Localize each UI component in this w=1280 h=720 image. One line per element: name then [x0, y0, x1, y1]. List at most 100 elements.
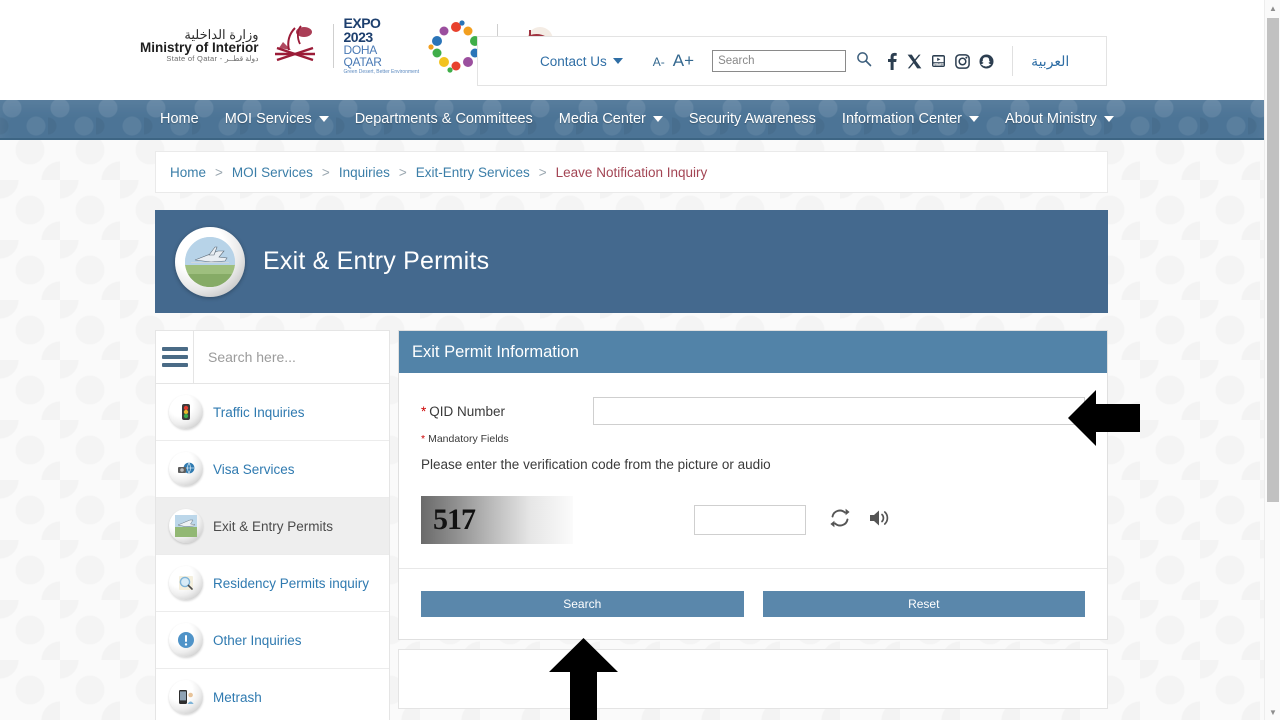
site-header: وزارة الداخلية Ministry of Interior Stat…: [0, 0, 1264, 100]
chevron-down-icon: [318, 116, 329, 122]
nav-item-moi-services[interactable]: MOI Services: [225, 111, 329, 127]
header-search-input[interactable]: [712, 50, 847, 72]
sidebar-item-label: Residency Permits inquiry: [213, 575, 370, 591]
sidebar-item-label: Other Inquiries: [213, 632, 302, 648]
airplane-icon: [169, 509, 203, 543]
instagram-icon[interactable]: [955, 53, 970, 69]
sidebar-item-exit-entry-permits[interactable]: Exit & Entry Permits: [156, 498, 389, 555]
captcha-code-text: 517: [433, 503, 476, 536]
sidebar-search-row: [156, 331, 389, 384]
services-sidebar: Traffic Inquiries Visa Services: [155, 330, 390, 720]
browser-viewport: وزارة الداخلية Ministry of Interior Stat…: [0, 0, 1280, 720]
exit-permit-form: Exit Permit Information * QID Number * Man…: [398, 330, 1108, 640]
nav-item-media-center[interactable]: Media Center: [559, 111, 663, 127]
annotation-arrow-up: [549, 638, 618, 720]
nav-item-security-awareness[interactable]: Security Awareness: [689, 111, 816, 127]
page-title: Exit & Entry Permits: [263, 247, 490, 275]
scroll-up-arrow-icon[interactable]: ▲: [1265, 0, 1280, 16]
expo-2023-logo[interactable]: EXPO 2023 DOHA QATAR Green Desert, Bette…: [344, 16, 488, 75]
nav-item-information-center[interactable]: Information Center: [842, 111, 980, 127]
nav-label: Media Center: [558, 111, 646, 127]
breadcrumb-item-moi-services[interactable]: MOI Services: [232, 165, 313, 180]
nav-label: Home: [160, 111, 199, 127]
contact-us-dropdown[interactable]: Contact Us: [540, 54, 623, 69]
expo-tagline: Green Desert, Better Environment: [343, 69, 420, 75]
lower-content-panel: [398, 649, 1108, 709]
x-twitter-icon[interactable]: [907, 54, 922, 69]
breadcrumb-item-inquiries[interactable]: Inquiries: [339, 165, 390, 180]
expo-logo-text: EXPO 2023 DOHA QATAR Green Desert, Bette…: [344, 16, 420, 75]
ministry-of-interior-logo[interactable]: وزارة الداخلية Ministry of Interior Stat…: [140, 20, 323, 72]
sidebar-item-other-inquiries[interactable]: Other Inquiries: [156, 612, 389, 669]
exclamation-icon: [169, 623, 203, 657]
nav-item-home[interactable]: Home: [160, 111, 199, 127]
nav-label: Departments & Committees: [354, 111, 533, 127]
required-marker: *: [421, 403, 427, 419]
chevron-down-icon: [969, 116, 980, 122]
breadcrumb-current-page: Leave Notification Inquiry: [555, 164, 708, 180]
main-panel: Exit Permit Information * QID Number * Man…: [398, 330, 1108, 720]
nav-label: About Ministry: [1005, 111, 1097, 127]
traffic-light-icon: [169, 395, 203, 429]
captcha-image: 517: [421, 496, 573, 544]
facebook-icon[interactable]: [886, 52, 898, 70]
mobile-phone-icon: [169, 680, 203, 714]
arabic-language-link[interactable]: العربية: [1031, 53, 1069, 70]
sidebar-item-label: Metrash: [213, 689, 262, 705]
chevron-down-icon: [612, 58, 623, 64]
captcha-input[interactable]: [694, 505, 806, 535]
nav-label: Security Awareness: [688, 111, 816, 127]
mandatory-note-text: Mandatory Fields: [428, 433, 509, 445]
scroll-down-arrow-icon[interactable]: ▼: [1265, 704, 1280, 720]
sidebar-item-label: Exit & Entry Permits: [213, 518, 334, 534]
annotation-arrow-left: [1068, 390, 1140, 446]
refresh-icon[interactable]: [828, 506, 852, 535]
font-size-controls: A- A+: [653, 51, 694, 71]
sidebar-item-traffic-inquiries[interactable]: Traffic Inquiries: [156, 384, 389, 441]
youtube-icon[interactable]: You Tube: [931, 53, 946, 69]
page-banner: Exit & Entry Permits: [155, 210, 1108, 313]
form-header: Exit Permit Information: [399, 331, 1107, 373]
search-icon[interactable]: [856, 51, 872, 72]
reset-button[interactable]: Reset: [762, 591, 1085, 617]
qid-field-row: * QID Number: [421, 397, 1085, 425]
search-button[interactable]: Search: [421, 591, 744, 617]
nav-item-about-ministry[interactable]: About Ministry: [1005, 111, 1114, 127]
header-divider-3: [1012, 46, 1014, 76]
sidebar-item-metrash[interactable]: Metrash: [156, 669, 389, 720]
breadcrumb-separator: >: [215, 164, 223, 180]
chevron-down-icon: [652, 116, 663, 122]
ministry-name-arabic: وزارة الداخلية: [184, 26, 259, 42]
qatar-emblem-icon: [267, 20, 323, 72]
speaker-icon[interactable]: [868, 507, 892, 534]
breadcrumb-item-home[interactable]: Home: [170, 165, 206, 180]
qid-number-input[interactable]: [593, 397, 1085, 425]
sidebar-item-residency-permits-inquiry[interactable]: Residency Permits inquiry: [156, 555, 389, 612]
scrollbar-thumb[interactable]: [1267, 18, 1279, 502]
main-navigation: Home MOI Services Departments & Committe…: [0, 100, 1264, 140]
qid-label: * QID Number: [421, 404, 593, 419]
ministry-state-label: State of Qatar - دولة قطــر: [166, 54, 259, 64]
page-content: وزارة الداخلية Ministry of Interior Stat…: [0, 0, 1264, 720]
page-scrollbar[interactable]: ▲ ▼: [1264, 0, 1280, 720]
expo-line-2: 2023: [343, 29, 374, 45]
form-buttons: Search Reset: [399, 569, 1107, 639]
sidebar-item-label: Traffic Inquiries: [213, 404, 305, 420]
header-divider-1: [332, 23, 334, 68]
breadcrumb: Home > MOI Services > Inquiries > Exit-E…: [155, 151, 1108, 193]
header-utility-bar: Contact Us A- A+ Search You Tube العربية: [477, 36, 1107, 86]
font-increase-button[interactable]: A+: [673, 51, 694, 71]
font-decrease-button[interactable]: A-: [653, 55, 665, 69]
nav-item-departments-committees[interactable]: Departments & Committees: [355, 111, 533, 127]
hamburger-menu-icon[interactable]: [156, 331, 194, 383]
mandatory-fields-note: * Mandatory Fields: [421, 433, 1085, 445]
svg-text:You Tube: You Tube: [934, 63, 945, 66]
snapchat-icon[interactable]: [979, 54, 994, 69]
breadcrumb-item-exit-entry-services[interactable]: Exit-Entry Services: [416, 165, 530, 180]
sidebar-search-input[interactable]: [194, 331, 389, 383]
content-area: Traffic Inquiries Visa Services: [155, 330, 1108, 720]
required-marker: *: [421, 433, 426, 445]
sidebar-item-visa-services[interactable]: Visa Services: [156, 441, 389, 498]
banner-badge: [175, 226, 245, 297]
expo-line-4: QATAR: [343, 55, 382, 69]
